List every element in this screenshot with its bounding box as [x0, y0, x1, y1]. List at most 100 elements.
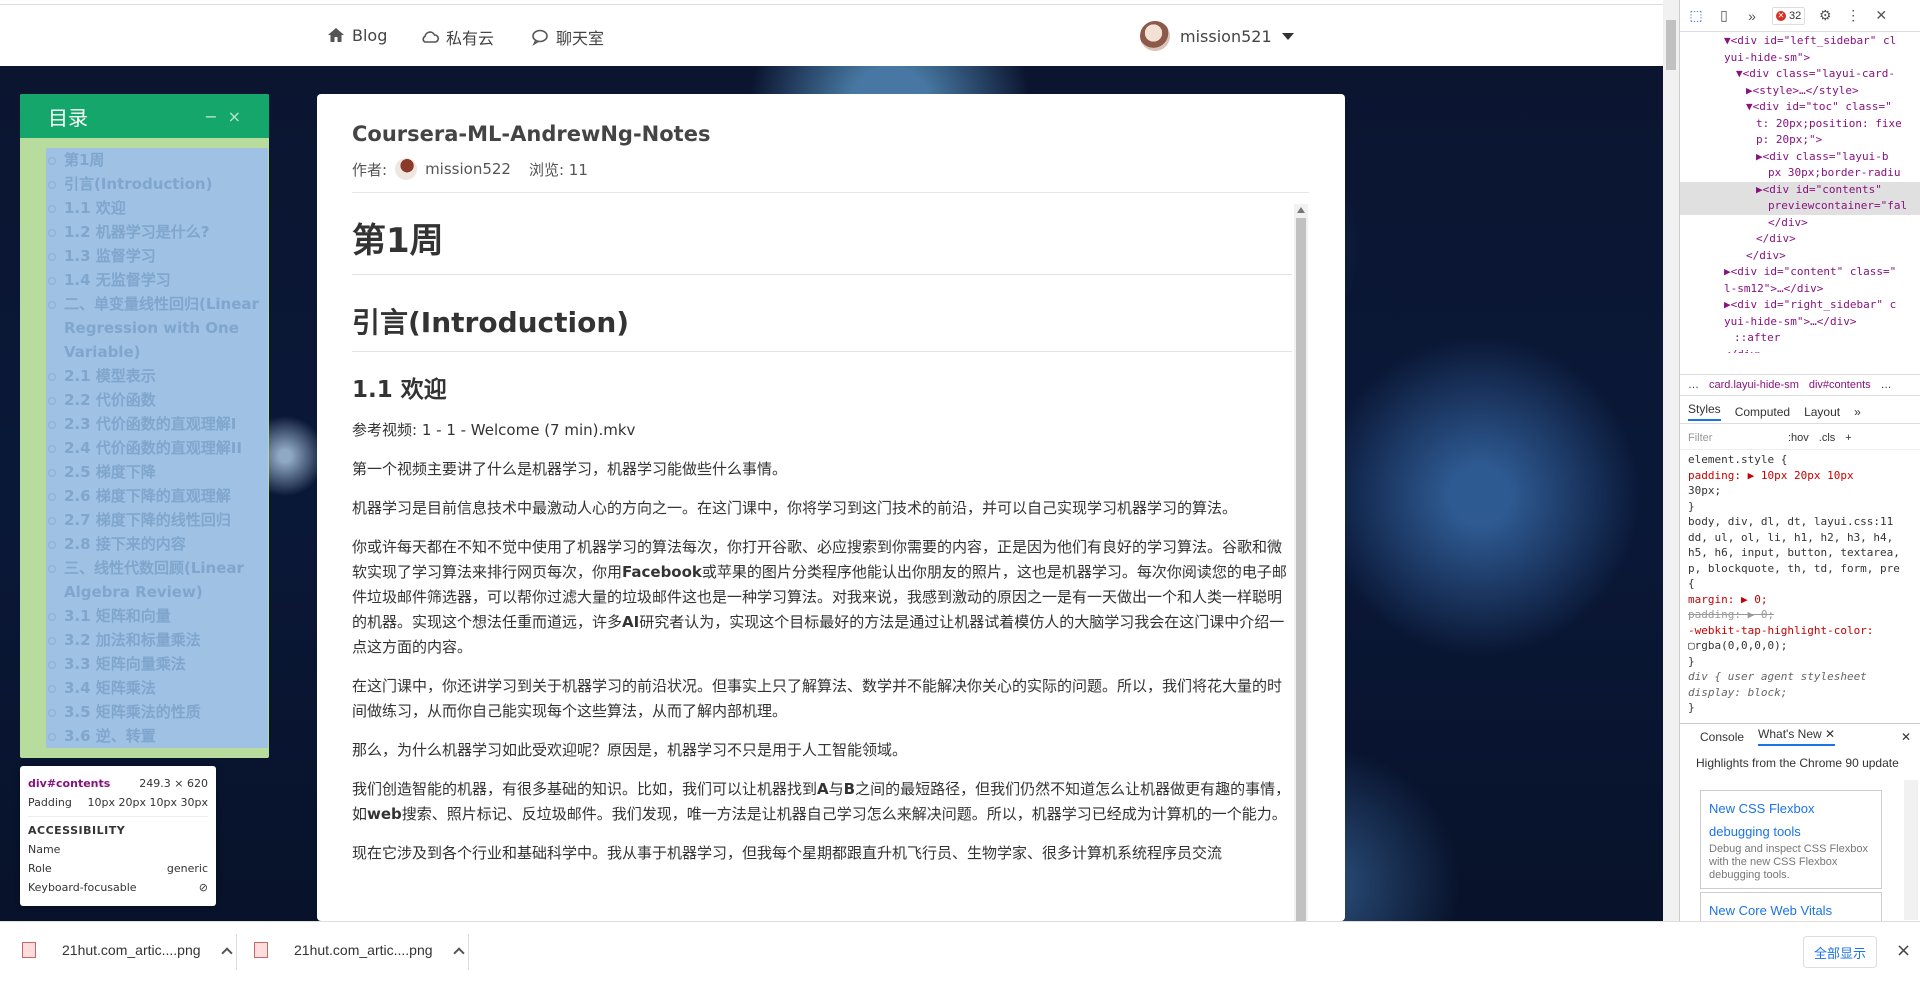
- more-tabs-icon[interactable]: »: [1744, 8, 1760, 24]
- close-tab-icon[interactable]: ✕: [1825, 727, 1835, 741]
- inspect-element-icon[interactable]: ⬚: [1688, 7, 1704, 24]
- tab-layout[interactable]: Layout: [1804, 405, 1840, 419]
- nav-chat-link[interactable]: 聊天室: [530, 25, 604, 49]
- tab-styles[interactable]: Styles: [1688, 402, 1721, 421]
- css-rule-line[interactable]: ▢rgba(0,0,0,0);: [1688, 638, 1920, 654]
- tab-whats-new[interactable]: What's New ✕: [1758, 727, 1836, 746]
- dom-node-line[interactable]: </div>: [1680, 248, 1920, 265]
- css-rule-line[interactable]: dd, ul, ol, li, h1, h2, h3, h4,: [1688, 530, 1920, 546]
- chevron-up-icon[interactable]: [452, 946, 465, 959]
- download-item[interactable]: 21hut.com_artic....png: [22, 942, 233, 959]
- scrollbar-thumb[interactable]: [1296, 218, 1306, 921]
- css-rule-line[interactable]: 30px;: [1688, 483, 1920, 499]
- device-toolbar-icon[interactable]: ▯: [1716, 7, 1732, 24]
- page-scrollbar[interactable]: [1663, 0, 1679, 921]
- css-rule-line[interactable]: padding: ▶ 10px 20px 10px: [1688, 468, 1920, 484]
- dom-node-line[interactable]: px 30px;border-radiu: [1680, 165, 1920, 182]
- class-toggle[interactable]: .cls: [1819, 432, 1836, 444]
- settings-gear-icon[interactable]: ⚙: [1817, 7, 1833, 24]
- error-badge[interactable]: ✕ 32: [1772, 6, 1806, 25]
- whats-new-card[interactable]: New CSS Flexbox debugging tools Debug an…: [1700, 790, 1882, 889]
- dom-node-line[interactable]: ▼<div class="layui-card-: [1680, 66, 1920, 83]
- tab-console[interactable]: Console: [1700, 730, 1744, 744]
- toc-item[interactable]: 二、单变量线性回归(Linear Regression with One Var…: [48, 292, 268, 364]
- toc-item[interactable]: 3.3 矩阵向量乘法: [48, 652, 268, 676]
- toc-item[interactable]: 1.2 机器学习是什么?: [48, 220, 268, 244]
- css-rule-line[interactable]: h5, h6, input, button, textarea,: [1688, 545, 1920, 561]
- dom-node-line[interactable]: ::after: [1680, 330, 1920, 347]
- toc-item[interactable]: 1.4 无监督学习: [48, 268, 268, 292]
- css-rule-line[interactable]: element.style {: [1688, 452, 1920, 468]
- dom-node-line[interactable]: l-sm12">…</div>: [1680, 281, 1920, 298]
- css-rule-line[interactable]: }: [1688, 654, 1920, 670]
- dom-node-line[interactable]: ▶<div id="contents": [1680, 181, 1920, 198]
- scroll-up-arrow-icon[interactable]: [1297, 207, 1305, 213]
- dom-node-line[interactable]: ▶<div id="right_sidebar" c: [1680, 297, 1920, 314]
- download-item[interactable]: 21hut.com_artic....png: [254, 942, 465, 959]
- breadcrumb-item[interactable]: div#contents: [1809, 379, 1871, 391]
- minimize-icon[interactable]: −: [204, 107, 217, 126]
- toc-item[interactable]: 3.1 矩阵和向量: [48, 604, 268, 628]
- css-rule-line[interactable]: }: [1688, 499, 1920, 515]
- toc-item[interactable]: 3.4 矩阵乘法: [48, 676, 268, 700]
- add-rule-button[interactable]: +: [1845, 432, 1851, 444]
- tab-computed[interactable]: Computed: [1735, 405, 1790, 419]
- page-scrollbar-thumb[interactable]: [1666, 20, 1676, 70]
- toc-item[interactable]: 2.4 代价函数的直观理解II: [48, 436, 268, 460]
- show-all-button[interactable]: 全部显示: [1803, 936, 1877, 968]
- content-scrollbar[interactable]: [1294, 204, 1308, 921]
- css-rule-line[interactable]: p, blockquote, th, td, form, pre: [1688, 561, 1920, 577]
- toc-item[interactable]: 1.1 欢迎: [48, 196, 268, 220]
- toc-item[interactable]: 2.5 梯度下降: [48, 460, 268, 484]
- css-rule-line[interactable]: padding: ▶ 0;: [1688, 607, 1920, 623]
- nav-cloud-link[interactable]: 私有云: [420, 25, 494, 49]
- css-rule-line[interactable]: display: block;: [1688, 685, 1920, 701]
- css-rule-line[interactable]: {: [1688, 576, 1920, 592]
- toc-item[interactable]: 3.5 矩阵乘法的性质: [48, 700, 268, 724]
- chevron-up-icon[interactable]: [220, 946, 233, 959]
- dom-node-line[interactable]: p: 20px;">: [1680, 132, 1920, 149]
- devtools-scrollbar[interactable]: [1904, 780, 1918, 920]
- hover-state-toggle[interactable]: :hov: [1788, 432, 1809, 444]
- dom-node-line[interactable]: </div>: [1680, 347, 1920, 354]
- css-rule-line[interactable]: div { user agent stylesheet: [1688, 669, 1920, 685]
- css-rule-line[interactable]: }: [1688, 700, 1920, 716]
- close-icon[interactable]: ×: [228, 107, 241, 126]
- toc-item[interactable]: 第1周: [48, 148, 268, 172]
- whats-new-card-title[interactable]: New CSS Flexbox debugging tools: [1709, 797, 1873, 843]
- dom-node-line[interactable]: ▶<style>…</style>: [1680, 83, 1920, 100]
- breadcrumb-item[interactable]: card.layui-hide-sm: [1709, 379, 1799, 391]
- dom-node-line[interactable]: yui-hide-sm">: [1680, 50, 1920, 67]
- toc-item[interactable]: 3.6 逆、转置: [48, 724, 268, 748]
- toc-item[interactable]: 1.3 监督学习: [48, 244, 268, 268]
- nav-blog-link[interactable]: Blog: [326, 25, 387, 45]
- css-rule-line[interactable]: -webkit-tap-highlight-color:: [1688, 623, 1920, 639]
- breadcrumb-item[interactable]: …: [1881, 379, 1892, 391]
- dom-node-line[interactable]: t: 20px;position: fixe: [1680, 116, 1920, 133]
- toc-item[interactable]: 2.1 模型表示: [48, 364, 268, 388]
- close-downloads-icon[interactable]: ×: [1896, 940, 1911, 961]
- dom-node-line[interactable]: </div>: [1680, 215, 1920, 232]
- dom-node-line[interactable]: ▶<div class="layui-b: [1680, 149, 1920, 166]
- toc-item[interactable]: 引言(Introduction): [48, 172, 268, 196]
- dom-node-line[interactable]: yui-hide-sm">…</div>: [1680, 314, 1920, 331]
- css-rule-line[interactable]: margin: ▶ 0;: [1688, 592, 1920, 608]
- user-menu[interactable]: mission521: [1140, 21, 1294, 51]
- breadcrumb-item[interactable]: …: [1688, 379, 1699, 391]
- toc-item[interactable]: 2.2 代价函数: [48, 388, 268, 412]
- more-style-tabs[interactable]: »: [1854, 405, 1861, 419]
- toc-item[interactable]: 2.3 代价函数的直观理解I: [48, 412, 268, 436]
- dom-node-line[interactable]: </div>: [1680, 231, 1920, 248]
- toc-item[interactable]: 2.8 接下来的内容: [48, 532, 268, 556]
- dom-node-line[interactable]: ▶<div id="content" class=": [1680, 264, 1920, 281]
- dom-node-line[interactable]: ▼<div id="left_sidebar" cl: [1680, 33, 1920, 50]
- dom-node-line[interactable]: ▼<div id="toc" class=": [1680, 99, 1920, 116]
- whats-new-card[interactable]: New Core Web Vitals: [1700, 892, 1882, 921]
- toc-item[interactable]: 三、线性代数回顾(Linear Algebra Review): [48, 556, 268, 604]
- toc-item[interactable]: 2.7 梯度下降的线性回归: [48, 508, 268, 532]
- close-drawer-icon[interactable]: ✕: [1901, 730, 1911, 744]
- styles-filter-input[interactable]: Filter: [1688, 432, 1778, 444]
- css-rule-line[interactable]: body, div, dl, dt, layui.css:11: [1688, 514, 1920, 530]
- close-devtools-icon[interactable]: ✕: [1873, 7, 1889, 24]
- toc-item[interactable]: 2.6 梯度下降的直观理解: [48, 484, 268, 508]
